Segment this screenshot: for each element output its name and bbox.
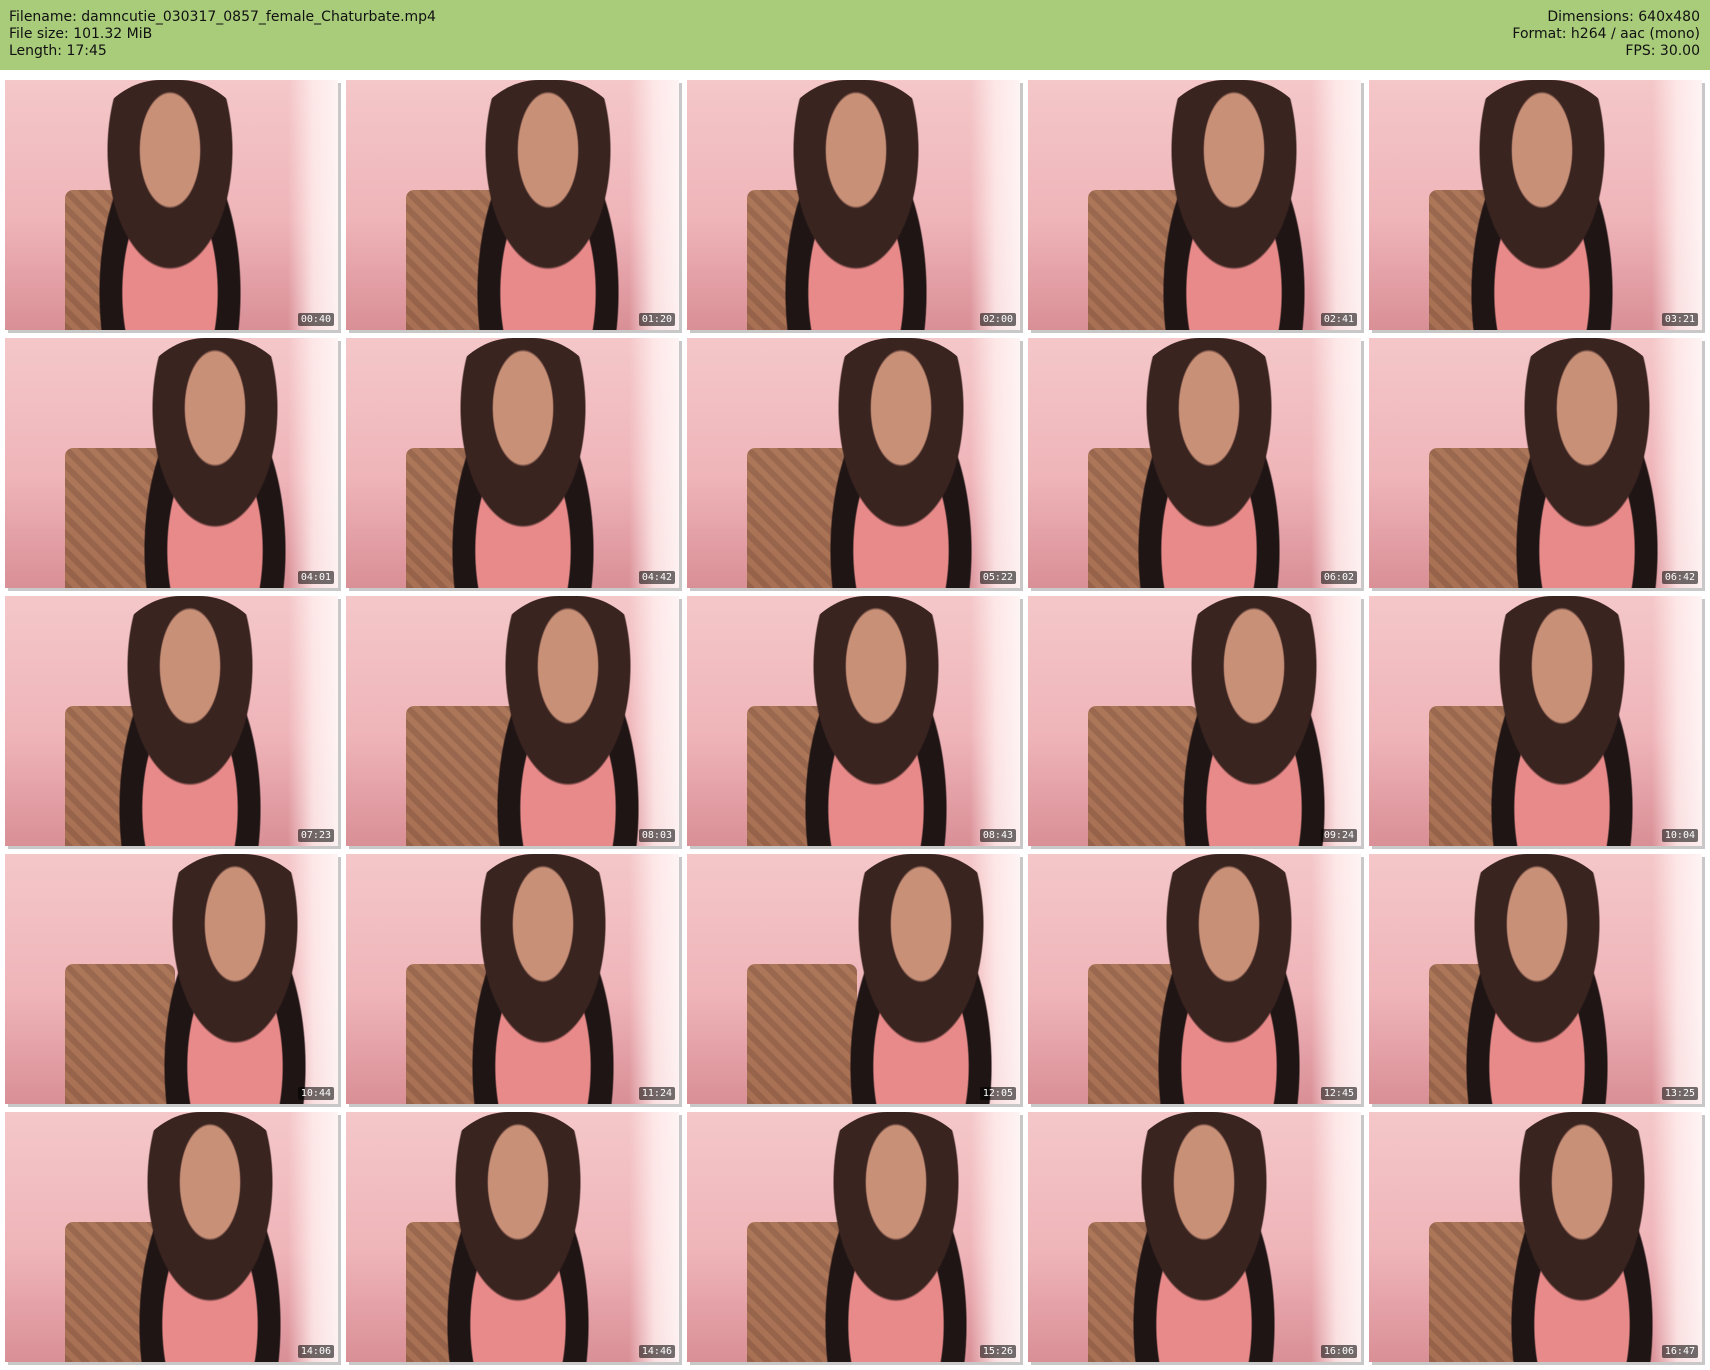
person-silhouette <box>448 854 638 1104</box>
curtain-shape <box>970 80 1020 330</box>
curtain-shape <box>1311 1112 1361 1362</box>
person-silhouette <box>140 854 330 1104</box>
person-silhouette <box>120 338 310 588</box>
person-silhouette <box>1447 80 1637 330</box>
person-silhouette <box>1487 1112 1677 1362</box>
timestamp-label: 04:01 <box>297 571 334 584</box>
timestamp-label: 10:44 <box>297 1087 334 1100</box>
curtain-shape <box>1652 80 1702 330</box>
timestamp-label: 14:06 <box>297 1345 334 1358</box>
thumbnail-frame: 08:43 <box>687 596 1020 846</box>
dimensions-text: Dimensions: 640x480 <box>1547 9 1700 25</box>
timestamp-label: 10:04 <box>1661 829 1698 842</box>
thumbnail-frame: 10:04 <box>1369 596 1702 846</box>
info-header: Filename: damncutie_030317_0857_female_C… <box>0 0 1710 70</box>
person-silhouette <box>1109 1112 1299 1362</box>
person-silhouette <box>1492 338 1682 588</box>
person-silhouette <box>428 338 618 588</box>
timestamp-label: 12:45 <box>1320 1087 1357 1100</box>
timestamp-label: 05:22 <box>979 571 1016 584</box>
timestamp-label: 08:03 <box>638 829 675 842</box>
timestamp-label: 14:46 <box>638 1345 675 1358</box>
timestamp-label: 02:00 <box>979 313 1016 326</box>
thumbnail-frame: 11:24 <box>346 854 679 1104</box>
person-silhouette <box>1114 338 1304 588</box>
curtain-shape <box>288 80 338 330</box>
fps-text: FPS: 30.00 <box>1625 43 1700 59</box>
person-silhouette <box>75 80 265 330</box>
thumbnail-frame: 15:26 <box>687 1112 1020 1362</box>
filesize-text: File size: 101.32 MiB <box>9 26 153 42</box>
timestamp-label: 01:20 <box>638 313 675 326</box>
timestamp-label: 16:47 <box>1661 1345 1698 1358</box>
person-silhouette <box>1134 854 1324 1104</box>
person-silhouette <box>473 596 663 846</box>
person-silhouette <box>801 1112 991 1362</box>
timestamp-label: 09:24 <box>1320 829 1357 842</box>
person-silhouette <box>1467 596 1657 846</box>
timestamp-label: 06:02 <box>1320 571 1357 584</box>
thumbnail-frame: 04:01 <box>5 338 338 588</box>
person-silhouette <box>95 596 285 846</box>
timestamp-label: 11:24 <box>638 1087 675 1100</box>
thumbnail-frame: 10:44 <box>5 854 338 1104</box>
format-text: Format: h264 / aac (mono) <box>1512 26 1700 42</box>
person-silhouette <box>453 80 643 330</box>
thumbnail-frame: 00:40 <box>5 80 338 330</box>
person-silhouette <box>826 854 1016 1104</box>
curtain-shape <box>1652 596 1702 846</box>
thumbnail-frame: 12:45 <box>1028 854 1361 1104</box>
curtain-shape <box>288 596 338 846</box>
timestamp-label: 13:25 <box>1661 1087 1698 1100</box>
length-text: Length: 17:45 <box>9 43 107 59</box>
thumbnail-frame: 02:41 <box>1028 80 1361 330</box>
thumbnail-frame: 16:47 <box>1369 1112 1702 1362</box>
thumbnail-frame: 06:02 <box>1028 338 1361 588</box>
thumbnail-frame: 01:20 <box>346 80 679 330</box>
timestamp-label: 15:26 <box>979 1345 1016 1358</box>
thumbnail-frame: 04:42 <box>346 338 679 588</box>
thumbnail-frame: 05:22 <box>687 338 1020 588</box>
thumbnail-frame: 14:06 <box>5 1112 338 1362</box>
person-silhouette <box>1442 854 1632 1104</box>
file-meta: Filename: damncutie_030317_0857_female_C… <box>9 9 436 60</box>
filename-text: Filename: damncutie_030317_0857_female_C… <box>9 9 436 25</box>
thumbnail-frame: 13:25 <box>1369 854 1702 1104</box>
thumbnail-grid: 00:40 01:20 02:00 02:41 03:21 04:01 04:42 05:22… <box>5 80 1702 1362</box>
person-silhouette <box>1139 80 1329 330</box>
thumbnail-frame: 12:05 <box>687 854 1020 1104</box>
curtain-shape <box>1652 854 1702 1104</box>
thumbnail-frame: 03:21 <box>1369 80 1702 330</box>
thumbnail-frame: 07:23 <box>5 596 338 846</box>
curtain-shape <box>1311 338 1361 588</box>
timestamp-label: 00:40 <box>297 313 334 326</box>
curtain-shape <box>970 596 1020 846</box>
timestamp-label: 08:43 <box>979 829 1016 842</box>
person-silhouette <box>781 596 971 846</box>
person-silhouette <box>115 1112 305 1362</box>
thumbnail-frame: 02:00 <box>687 80 1020 330</box>
person-silhouette <box>761 80 951 330</box>
curtain-shape <box>629 338 679 588</box>
timestamp-label: 06:42 <box>1661 571 1698 584</box>
thumbnail-frame: 09:24 <box>1028 596 1361 846</box>
video-meta: Dimensions: 640x480 Format: h264 / aac (… <box>1512 9 1700 60</box>
timestamp-label: 02:41 <box>1320 313 1357 326</box>
thumbnail-frame: 08:03 <box>346 596 679 846</box>
thumbnail-frame: 14:46 <box>346 1112 679 1362</box>
thumbnail-frame: 16:06 <box>1028 1112 1361 1362</box>
timestamp-label: 12:05 <box>979 1087 1016 1100</box>
person-silhouette <box>806 338 996 588</box>
person-silhouette <box>1159 596 1349 846</box>
timestamp-label: 07:23 <box>297 829 334 842</box>
timestamp-label: 04:42 <box>638 571 675 584</box>
timestamp-label: 03:21 <box>1661 313 1698 326</box>
timestamp-label: 16:06 <box>1320 1345 1357 1358</box>
person-silhouette <box>423 1112 613 1362</box>
curtain-shape <box>629 1112 679 1362</box>
thumbnail-frame: 06:42 <box>1369 338 1702 588</box>
